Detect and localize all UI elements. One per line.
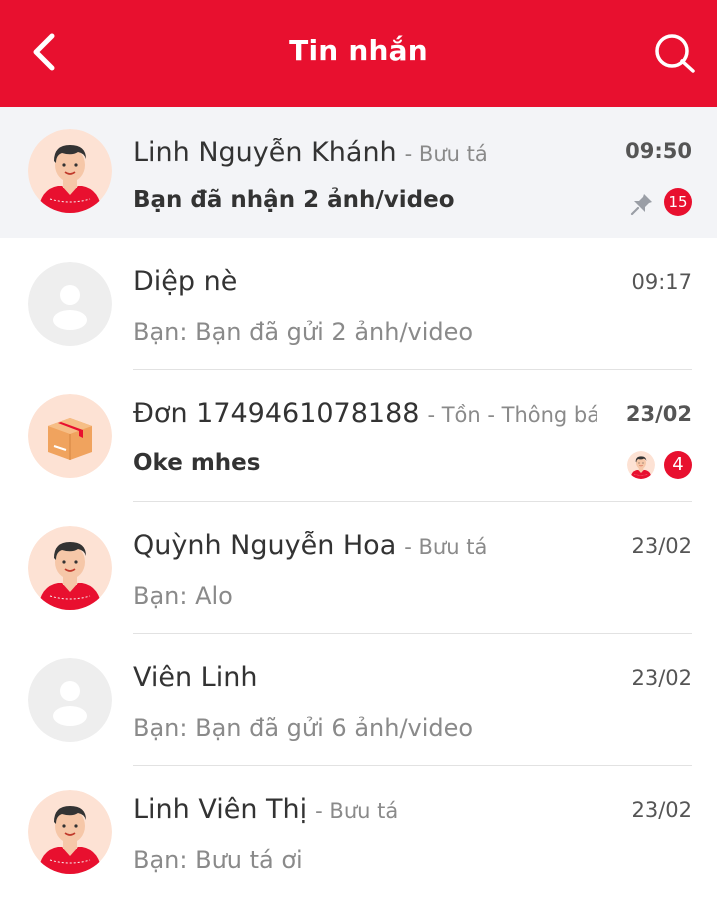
- conversation-item[interactable]: Diệp nè 09:17 Bạn: Bạn đã gửi 2 ảnh/vide…: [0, 238, 717, 370]
- last-message: Oke mhes: [133, 450, 261, 476]
- last-message: Bạn: Bưu tá ơi: [133, 846, 303, 874]
- default-avatar: [28, 262, 112, 346]
- message-time: 23/02: [631, 666, 692, 690]
- postman-avatar: [28, 526, 112, 610]
- conversation-name-line: Linh Viên Thị - Bưu tá: [133, 794, 597, 825]
- contact-name: Viên Linh: [133, 662, 258, 693]
- message-time: 09:17: [631, 270, 692, 294]
- conversation-name-line: Đơn 1749461078188 - Tồn - Thông báo...: [133, 398, 597, 429]
- contact-name: Linh Viên Thị: [133, 794, 308, 825]
- contact-role-tag: - Bưu tá: [404, 142, 488, 166]
- page-title: Tin nhắn: [289, 34, 428, 67]
- postman-avatar: [28, 129, 112, 213]
- unread-badge: 4: [664, 451, 692, 479]
- header-bar: Tin nhắn: [0, 0, 717, 107]
- contact-name: Linh Nguyễn Khánh: [133, 137, 397, 168]
- unread-badge: 15: [664, 188, 692, 216]
- conversation-item[interactable]: Linh Nguyễn Khánh - Bưu tá 09:50 Bạn đã n…: [0, 107, 717, 238]
- sender-avatar: [627, 451, 655, 479]
- pin-icon: [630, 194, 652, 216]
- message-time: 23/02: [625, 402, 692, 426]
- default-avatar: [28, 658, 112, 742]
- conversation-item[interactable]: Viên Linh 23/02 Bạn: Bạn đã gửi 6 ảnh/vi…: [0, 634, 717, 766]
- postman-avatar: [28, 790, 112, 874]
- conversation-item[interactable]: Linh Viên Thị - Bưu tá 23/02 Bạn: Bưu tá …: [0, 766, 717, 898]
- conversation-name-line: Viên Linh: [133, 662, 597, 693]
- contact-name: Đơn 1749461078188: [133, 398, 420, 429]
- last-message: Bạn: Alo: [133, 582, 233, 610]
- package-avatar: [28, 394, 112, 478]
- conversation-name-line: Linh Nguyễn Khánh - Bưu tá: [133, 137, 597, 168]
- conversation-name-line: Quỳnh Nguyễn Hoa - Bưu tá: [133, 530, 597, 561]
- contact-role-tag: - Bưu tá: [404, 535, 488, 559]
- contact-role-tag: - Tồn - Thông báo...: [427, 403, 597, 427]
- message-time: 09:50: [625, 139, 692, 163]
- contact-role-tag: - Bưu tá: [315, 799, 399, 823]
- search-icon[interactable]: [652, 32, 698, 74]
- contact-name: Diệp nè: [133, 266, 238, 297]
- message-time: 23/02: [631, 798, 692, 822]
- last-message: Bạn: Bạn đã gửi 2 ảnh/video: [133, 318, 474, 346]
- last-message: Bạn: Bạn đã gửi 6 ảnh/video: [133, 714, 474, 742]
- conversation-list: Linh Nguyễn Khánh - Bưu tá 09:50 Bạn đã n…: [0, 107, 717, 898]
- conversation-item[interactable]: Quỳnh Nguyễn Hoa - Bưu tá 23/02 Bạn: Alo: [0, 502, 717, 634]
- conversation-item[interactable]: Đơn 1749461078188 - Tồn - Thông báo... 23…: [0, 370, 717, 502]
- conversation-name-line: Diệp nè: [133, 266, 597, 297]
- contact-name: Quỳnh Nguyễn Hoa: [133, 530, 397, 561]
- message-time: 23/02: [631, 534, 692, 558]
- last-message: Bạn đã nhận 2 ảnh/video: [133, 187, 455, 213]
